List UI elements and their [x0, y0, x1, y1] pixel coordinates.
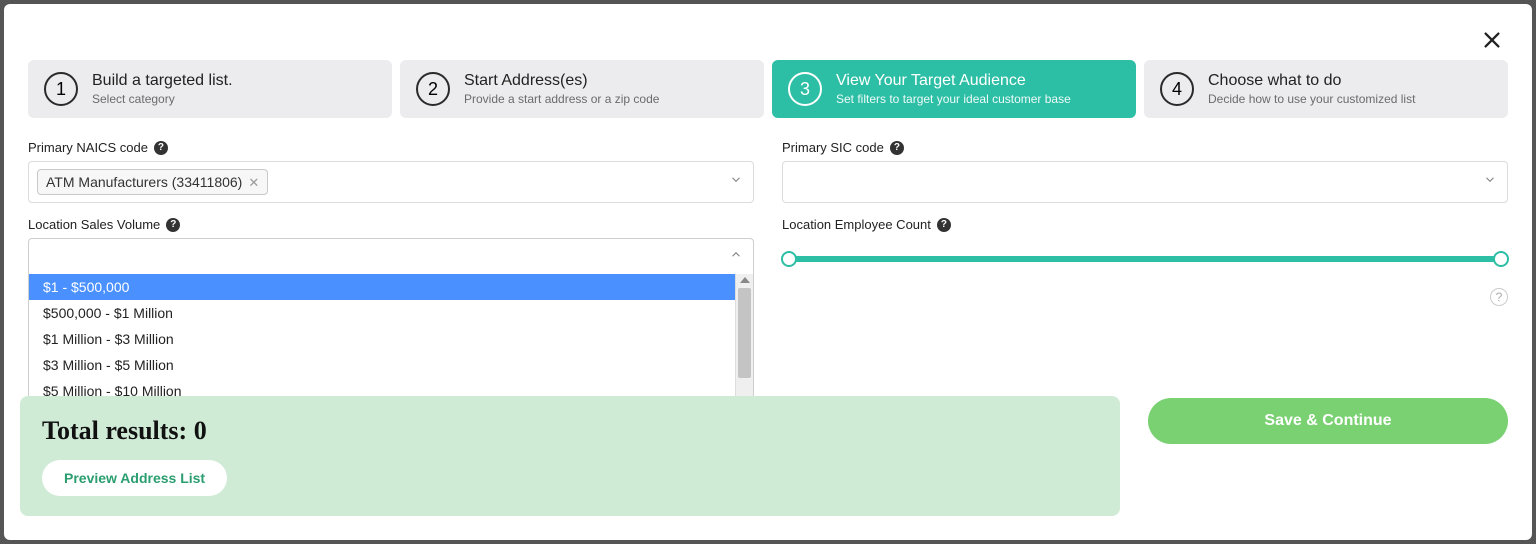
dropdown-option[interactable]: $1 Million - $3 Million	[29, 326, 735, 352]
results-count: 0	[194, 416, 207, 445]
chevron-down-icon	[729, 173, 743, 192]
employee-count-slider[interactable]: ?	[782, 238, 1508, 262]
results-label: Total results:	[42, 416, 187, 445]
slider-handle-max[interactable]	[1493, 251, 1509, 267]
chevron-down-icon	[1483, 173, 1497, 192]
chip-remove-icon[interactable]: ✕	[248, 176, 259, 189]
right-column: Primary SIC code ? Location Employee Cou…	[782, 140, 1508, 428]
results-headline: Total results: 0	[42, 416, 1098, 446]
step-title: Start Address(es)	[464, 72, 659, 90]
scrollbar-thumb[interactable]	[738, 288, 751, 378]
step-title: Choose what to do	[1208, 72, 1415, 90]
naics-chip[interactable]: ATM Manufacturers (33411806) ✕	[37, 169, 268, 195]
filter-modal: 1 Build a targeted list. Select category…	[4, 4, 1532, 540]
step-number: 4	[1160, 72, 1194, 106]
step-title: Build a targeted list.	[92, 72, 233, 90]
step-2[interactable]: 2 Start Address(es) Provide a start addr…	[400, 60, 764, 118]
dropdown-option[interactable]: $1 - $500,000	[29, 274, 735, 300]
results-panel: Total results: 0 Preview Address List	[20, 396, 1120, 516]
sales-volume-select[interactable]	[28, 238, 754, 274]
step-subtitle: Decide how to use your customized list	[1208, 92, 1415, 106]
slider-track	[782, 256, 1508, 262]
step-number: 1	[44, 72, 78, 106]
sic-label: Primary SIC code ?	[782, 140, 1508, 155]
naics-select[interactable]: ATM Manufacturers (33411806) ✕	[28, 161, 754, 203]
sic-select[interactable]	[782, 161, 1508, 203]
help-icon[interactable]: ?	[154, 141, 168, 155]
close-icon[interactable]	[1478, 26, 1506, 54]
label-text: Location Sales Volume	[28, 217, 160, 232]
label-text: Primary SIC code	[782, 140, 884, 155]
naics-label: Primary NAICS code ?	[28, 140, 754, 155]
preview-address-list-button[interactable]: Preview Address List	[42, 460, 227, 496]
help-icon[interactable]: ?	[1490, 288, 1508, 306]
help-icon[interactable]: ?	[890, 141, 904, 155]
help-icon[interactable]: ?	[937, 218, 951, 232]
chevron-up-icon	[729, 247, 743, 266]
step-3[interactable]: 3 View Your Target Audience Set filters …	[772, 60, 1136, 118]
step-subtitle: Select category	[92, 92, 233, 106]
left-column: Primary NAICS code ? ATM Manufacturers (…	[28, 140, 754, 428]
employee-count-label: Location Employee Count ?	[782, 217, 1508, 232]
label-text: Location Employee Count	[782, 217, 931, 232]
save-continue-button[interactable]: Save & Continue	[1148, 398, 1508, 444]
dropdown-option[interactable]: $3 Million - $5 Million	[29, 352, 735, 378]
step-subtitle: Set filters to target your ideal custome…	[836, 92, 1071, 106]
step-title: View Your Target Audience	[836, 72, 1071, 90]
help-icon[interactable]: ?	[166, 218, 180, 232]
chip-label: ATM Manufacturers (33411806)	[46, 174, 242, 190]
step-number: 2	[416, 72, 450, 106]
step-4[interactable]: 4 Choose what to do Decide how to use yo…	[1144, 60, 1508, 118]
wizard-steps: 1 Build a targeted list. Select category…	[28, 60, 1508, 118]
sales-volume-label: Location Sales Volume ?	[28, 217, 754, 232]
dropdown-option[interactable]: $500,000 - $1 Million	[29, 300, 735, 326]
step-subtitle: Provide a start address or a zip code	[464, 92, 659, 106]
label-text: Primary NAICS code	[28, 140, 148, 155]
step-1[interactable]: 1 Build a targeted list. Select category	[28, 60, 392, 118]
step-number: 3	[788, 72, 822, 106]
slider-handle-min[interactable]	[781, 251, 797, 267]
